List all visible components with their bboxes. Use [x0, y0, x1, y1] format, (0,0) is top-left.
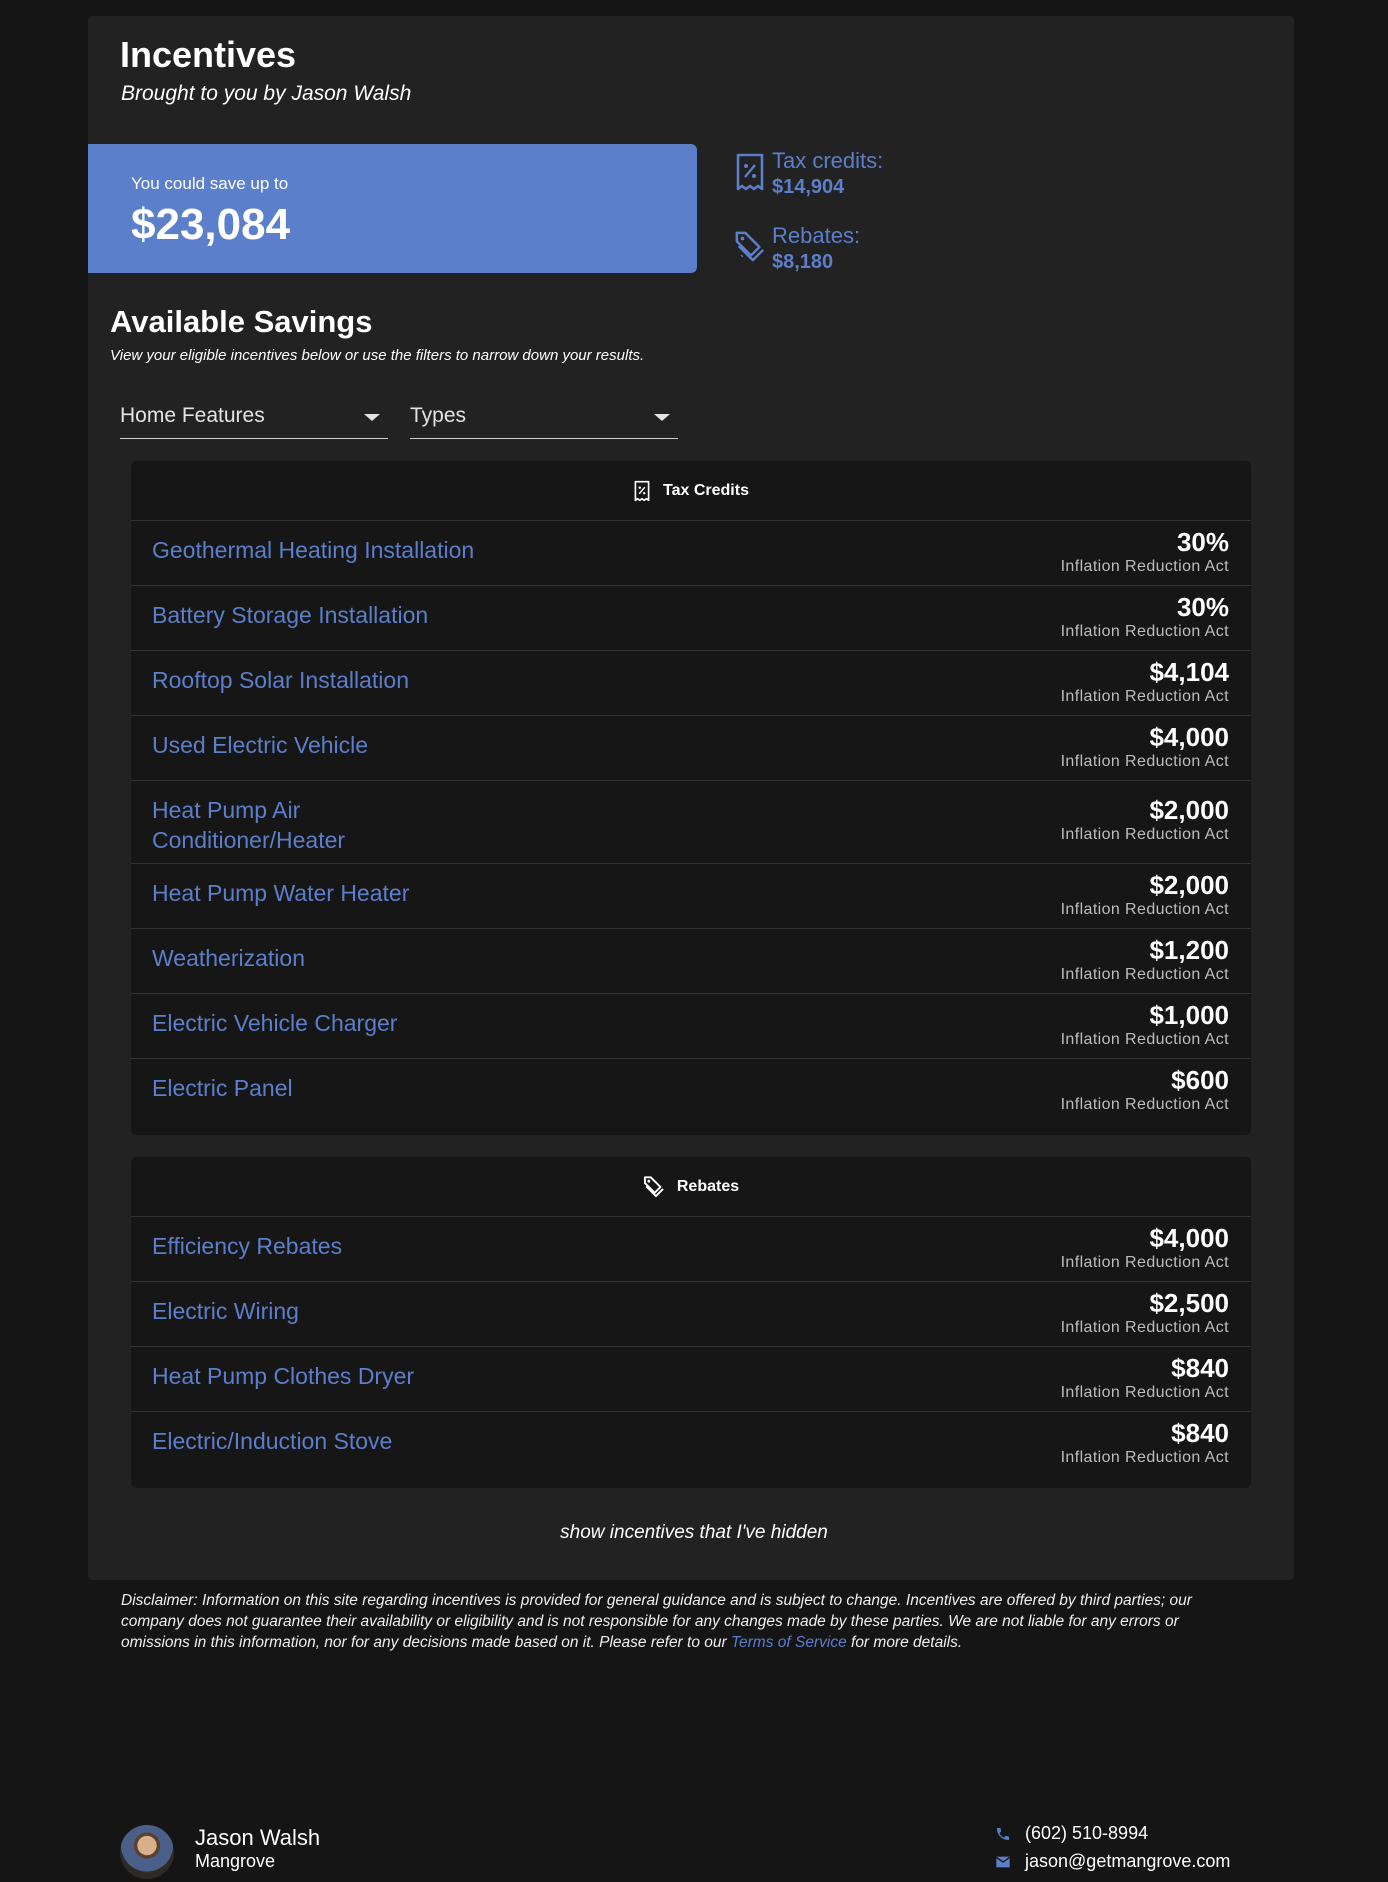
incentive-name[interactable]: Battery Storage Installation: [152, 600, 428, 630]
list-item[interactable]: Rooftop Solar Installation $4,104 Inflat…: [131, 651, 1251, 716]
incentive-source: Inflation Reduction Act: [1060, 1384, 1229, 1401]
avatar: [120, 1825, 174, 1879]
incentive-source: Inflation Reduction Act: [1060, 688, 1229, 705]
receipt-percent-icon: [736, 153, 764, 191]
incentive-amount: $2,000: [1149, 870, 1229, 900]
incentive-name[interactable]: Electric Vehicle Charger: [152, 1008, 397, 1038]
incentive-amount: 30%: [1176, 592, 1229, 622]
rebates-summary: Rebates: $8,180: [734, 223, 934, 275]
incentive-amount: $4,000: [1149, 722, 1229, 752]
terms-of-service-link[interactable]: Terms of Service: [731, 1634, 847, 1651]
incentive-source: Inflation Reduction Act: [1060, 1449, 1229, 1466]
savings-label: You could save up to: [131, 174, 289, 193]
page-title: Incentives: [120, 34, 297, 75]
incentive-name[interactable]: Heat Pump Water Heater: [152, 878, 409, 908]
tax-credits-label: Tax credits:: [772, 148, 884, 173]
show-hidden-incentives-link[interactable]: show incentives that I've hidden: [0, 1522, 1388, 1544]
incentive-source: Inflation Reduction Act: [1060, 558, 1229, 575]
page-subtitle: Brought to you by Jason Walsh: [121, 82, 412, 105]
disclaimer-text-end: for more details.: [846, 1634, 963, 1651]
list-item[interactable]: Electric Vehicle Charger $1,000 Inflatio…: [131, 994, 1251, 1059]
incentive-source: Inflation Reduction Act: [1060, 1031, 1229, 1048]
incentive-source: Inflation Reduction Act: [1060, 966, 1229, 983]
agent-name: Jason Walsh: [195, 1825, 321, 1850]
incentive-name[interactable]: Weatherization: [152, 943, 305, 973]
list-item[interactable]: Heat Pump Water Heater $2,000 Inflation …: [131, 864, 1251, 929]
phone-icon: [997, 1827, 1009, 1840]
incentive-amount: $840: [1171, 1418, 1229, 1448]
savings-amount: $23,084: [131, 200, 291, 249]
available-savings-subtitle: View your eligible incentives below or u…: [110, 347, 645, 364]
phone-contact[interactable]: (602) 510-8994: [995, 1823, 1148, 1844]
tax-credits-summary: Tax credits: $14,904: [734, 148, 934, 200]
mail-icon: [995, 1856, 1011, 1867]
incentive-amount: 30%: [1176, 527, 1229, 557]
incentive-name[interactable]: Electric Wiring: [152, 1296, 299, 1326]
list-item[interactable]: Heat Pump Clothes Dryer $840 Inflation R…: [131, 1347, 1251, 1412]
incentive-name[interactable]: Electric/Induction Stove: [152, 1426, 392, 1456]
disclaimer-text: Disclaimer: Information on this site reg…: [121, 1592, 1192, 1651]
rebates-heading: Rebates: [676, 1177, 740, 1195]
list-item[interactable]: Electric Wiring $2,500 Inflation Reducti…: [131, 1282, 1251, 1347]
available-savings-title: Available Savings: [110, 304, 373, 339]
incentive-source: Inflation Reduction Act: [1060, 753, 1229, 770]
rebates-header: Rebates: [131, 1157, 1251, 1217]
incentive-amount: $600: [1171, 1065, 1229, 1095]
incentive-name[interactable]: Efficiency Rebates: [152, 1231, 342, 1261]
tax-credits-heading: Tax Credits: [663, 481, 749, 499]
tag-icon: [735, 231, 765, 262]
agent-company: Mangrove: [195, 1851, 276, 1871]
rebates-label: Rebates:: [772, 223, 861, 248]
home-features-value: Home Features: [120, 404, 265, 427]
incentive-name[interactable]: Heat Pump Air Conditioner/Heater: [152, 795, 392, 855]
list-item[interactable]: Battery Storage Installation 30% Inflati…: [131, 586, 1251, 651]
incentive-name[interactable]: Used Electric Vehicle: [152, 730, 368, 760]
email-contact[interactable]: jason@getmangrove.com: [995, 1851, 1230, 1872]
incentive-source: Inflation Reduction Act: [1060, 1319, 1229, 1336]
incentive-amount: $4,000: [1149, 1223, 1229, 1253]
types-select[interactable]: Types: [410, 398, 678, 439]
incentive-name[interactable]: Electric Panel: [152, 1073, 293, 1103]
disclaimer: Disclaimer: Information on this site reg…: [121, 1590, 1251, 1653]
list-item[interactable]: Efficiency Rebates $4,000 Inflation Redu…: [131, 1217, 1251, 1282]
incentive-source: Inflation Reduction Act: [1060, 1096, 1229, 1113]
incentive-name[interactable]: Heat Pump Clothes Dryer: [152, 1361, 414, 1391]
incentive-amount: $2,500: [1149, 1288, 1229, 1318]
list-item[interactable]: Heat Pump Air Conditioner/Heater $2,000 …: [131, 781, 1251, 864]
rebates-value: $8,180: [772, 251, 834, 273]
total-savings-box: You could save up to $23,084: [88, 144, 697, 273]
incentive-source: Inflation Reduction Act: [1060, 1254, 1229, 1271]
incentive-source: Inflation Reduction Act: [1060, 623, 1229, 640]
incentive-amount: $840: [1171, 1353, 1229, 1383]
tax-credits-value: $14,904: [772, 176, 845, 198]
tax-credits-header: Tax Credits: [131, 461, 1251, 521]
chevron-down-icon: [654, 414, 670, 421]
incentive-source: Inflation Reduction Act: [1060, 826, 1229, 843]
list-item[interactable]: Used Electric Vehicle $4,000 Inflation R…: [131, 716, 1251, 781]
incentive-amount: $1,200: [1149, 935, 1229, 965]
home-features-select[interactable]: Home Features: [120, 398, 388, 439]
incentive-name[interactable]: Geothermal Heating Installation: [152, 535, 474, 565]
list-item[interactable]: Electric Panel $600 Inflation Reduction …: [131, 1059, 1251, 1133]
incentive-name[interactable]: Rooftop Solar Installation: [152, 665, 409, 695]
receipt-percent-icon: [634, 480, 650, 501]
list-item[interactable]: Electric/Induction Stove $840 Inflation …: [131, 1412, 1251, 1486]
incentive-amount: $2,000: [1149, 795, 1229, 825]
phone-number: (602) 510-8994: [1025, 1823, 1149, 1843]
list-item[interactable]: Geothermal Heating Installation 30% Infl…: [131, 521, 1251, 586]
types-value: Types: [410, 404, 467, 427]
list-item[interactable]: Weatherization $1,200 Inflation Reductio…: [131, 929, 1251, 994]
chevron-down-icon: [364, 414, 380, 421]
incentive-source: Inflation Reduction Act: [1060, 901, 1229, 918]
tax-credits-card: Tax Credits Geothermal Heating Installat…: [131, 461, 1251, 1135]
incentive-amount: $1,000: [1149, 1000, 1229, 1030]
incentive-amount: $4,104: [1149, 657, 1229, 687]
rebates-card: Rebates Efficiency Rebates $4,000 Inflat…: [131, 1157, 1251, 1488]
tag-icon: [643, 1175, 664, 1197]
email-address: jason@getmangrove.com: [1025, 1851, 1231, 1871]
